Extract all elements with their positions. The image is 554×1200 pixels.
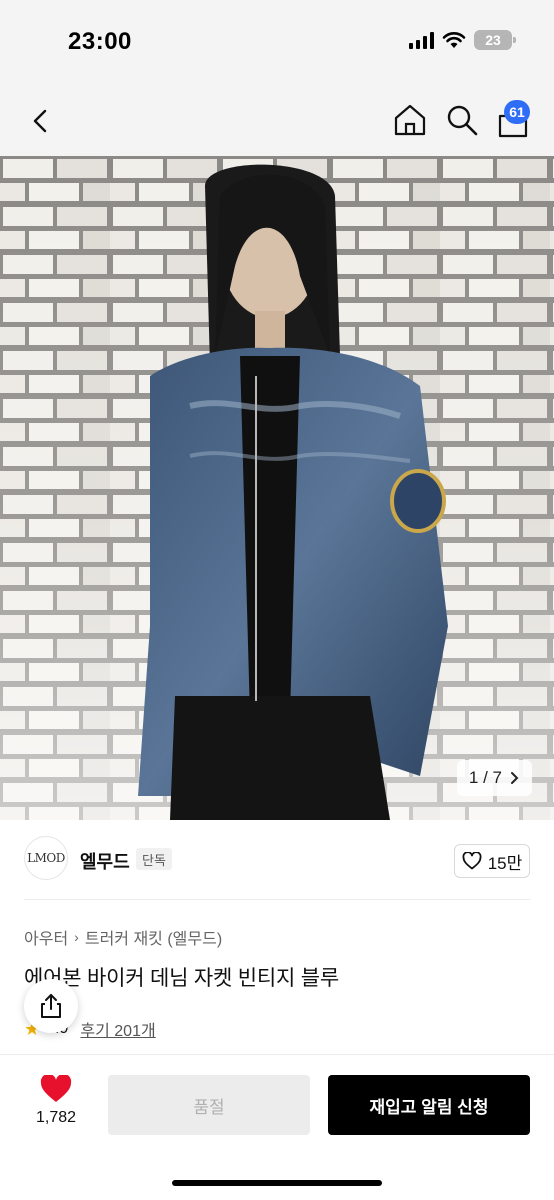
cart-count-badge: 61	[504, 100, 530, 124]
share-icon	[41, 994, 61, 1018]
status-time: 23:00	[68, 28, 132, 55]
brand-logo[interactable]: LMOD	[24, 836, 68, 880]
brand-like-count: 15만	[487, 853, 523, 873]
divider	[24, 899, 530, 900]
product-photo	[0, 156, 554, 820]
breadcrumb-item[interactable]: 트러커 재킷 (엘무드)	[85, 925, 222, 949]
reviews-link[interactable]: 후기 201개	[80, 1017, 155, 1041]
wifi-icon	[442, 32, 466, 48]
soldout-button: 품절	[108, 1075, 310, 1135]
brand-name[interactable]: 엘무드	[80, 848, 130, 874]
cellular-signal-icon	[409, 31, 434, 49]
bottom-action-bar: 1,782 품절 재입고 알림 신청	[0, 1054, 554, 1200]
back-arrow-icon[interactable]	[24, 104, 58, 138]
gallery-page-indicator[interactable]: 1 / 7	[456, 760, 532, 796]
home-indicator	[172, 1180, 382, 1186]
heart-outline-icon	[462, 852, 482, 870]
battery-icon: 23	[474, 30, 516, 50]
chevron-right-icon	[511, 772, 519, 784]
brand-like-button[interactable]: 15만	[454, 844, 530, 878]
wishlist-count: 1,782	[35, 1109, 77, 1126]
status-bar: 23:00 23	[0, 0, 554, 84]
status-icons: 23	[409, 30, 516, 50]
heart-filled-icon	[40, 1075, 72, 1102]
brand-row: LMOD 엘무드 단독 15만	[0, 820, 554, 900]
breadcrumb: 아우터 › 트러커 재킷 (엘무드)	[24, 925, 222, 949]
search-icon[interactable]	[444, 102, 480, 138]
gallery-page-text: 1 / 7	[468, 768, 502, 787]
top-nav: 61	[0, 84, 554, 156]
product-image[interactable]: 1 / 7	[0, 156, 554, 820]
share-button[interactable]	[24, 979, 78, 1033]
wishlist-button[interactable]: 1,782	[28, 1075, 84, 1127]
home-icon[interactable]	[392, 102, 428, 138]
exclusive-badge: 단독	[136, 848, 172, 870]
restock-alert-button[interactable]: 재입고 알림 신청	[328, 1075, 530, 1135]
battery-level: 23	[485, 32, 501, 48]
breadcrumb-item[interactable]: 아우터	[24, 925, 68, 949]
chevron-right-icon: ›	[74, 929, 79, 945]
